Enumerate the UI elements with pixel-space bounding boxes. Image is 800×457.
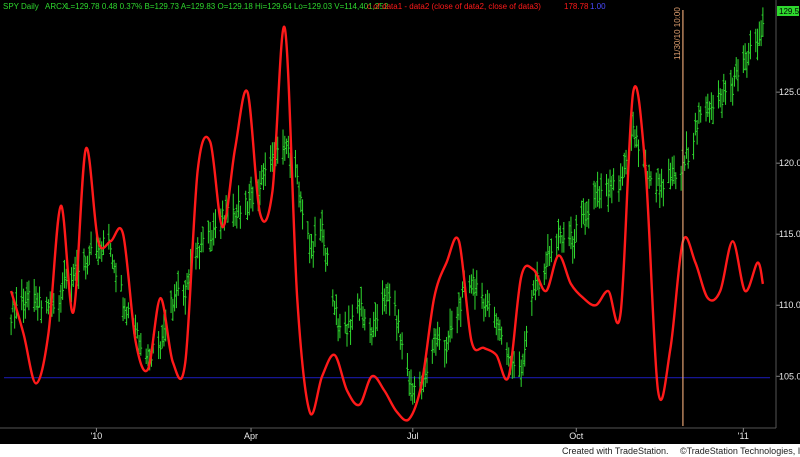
- price-chart: SPY Daily ARCX L=129.78 0.48 0.37% B=129…: [0, 0, 800, 457]
- last-price-tag-label: 129.53: [779, 7, 800, 16]
- y-tick-label: 125.00: [779, 87, 800, 97]
- symbol-label: SPY: [3, 2, 20, 11]
- x-tick-label: '11: [738, 431, 749, 441]
- y-tick-label: 105.00: [779, 371, 800, 381]
- x-tick-label: Jul: [407, 431, 419, 441]
- last-price-tag: 129.53: [777, 6, 800, 16]
- exchange-label: ARCX: [45, 2, 68, 11]
- y-tick-label: 115.00: [779, 229, 800, 239]
- y-tick-label: 120.00: [779, 158, 800, 168]
- footer-credit-right: ©TradeStation Technologies, Inc.: [680, 446, 800, 456]
- x-tick-label: Apr: [244, 431, 258, 441]
- formula-label: c of data1 - data2 (close of data2, clos…: [367, 2, 541, 11]
- chart-header: SPY Daily ARCX L=129.78 0.48 0.37% B=129…: [3, 2, 606, 11]
- baseline-value-label: 1.00: [590, 2, 606, 11]
- y-tick-label: 110.00: [779, 300, 800, 310]
- quote-readout: L=129.78 0.48 0.37% B=129.73 A=129.83 O=…: [66, 2, 389, 11]
- x-tick-label: '10: [91, 431, 103, 441]
- oscillator-value-label: 178.78: [564, 2, 589, 11]
- vertical-marker-label: 11/30/10 10:00: [673, 7, 682, 60]
- footer-credit-left: Created with TradeStation.: [562, 446, 669, 456]
- interval-label: Daily: [21, 2, 39, 11]
- x-tick-label: Oct: [569, 431, 584, 441]
- footer: Created with TradeStation. ©TradeStation…: [0, 444, 800, 457]
